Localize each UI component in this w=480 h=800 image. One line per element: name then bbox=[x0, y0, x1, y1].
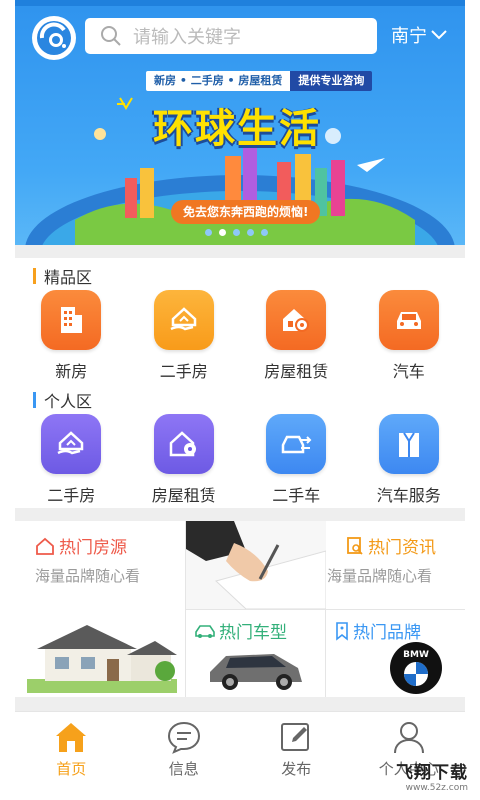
nav-home-label: 首页 bbox=[56, 760, 87, 778]
personal-item-used-car[interactable]: 二手车 bbox=[240, 414, 353, 506]
app-root: 请输入关键字 南宁 新房 • 二手房 • 房屋租赁 提供专业咨询 环球生活 免去… bbox=[0, 0, 480, 800]
hot-brand-heading: 热门品牌 bbox=[334, 618, 421, 643]
premium-item-label: 房屋租赁 bbox=[264, 362, 329, 381]
home-icon bbox=[56, 723, 87, 752]
car-swap-icon bbox=[266, 414, 327, 474]
hot-news-subtitle: 海量品牌随心看 bbox=[327, 567, 433, 585]
section-divider bbox=[15, 697, 465, 711]
globe-logo-icon bbox=[37, 21, 71, 55]
watermark-sub: www.52z.com bbox=[405, 783, 468, 793]
hot-news-title: 热门资讯 bbox=[368, 538, 436, 558]
premium-section-title: 精品区 bbox=[33, 264, 92, 288]
promo-banner[interactable]: 新房 • 二手房 • 房屋租赁 提供专业咨询 环球生活 免去您东奔西跑的烦恼! bbox=[15, 60, 465, 245]
premium-item-label: 二手房 bbox=[159, 362, 208, 381]
personal-item-label: 汽车服务 bbox=[376, 486, 441, 505]
house-hand-icon bbox=[41, 414, 102, 474]
nav-publish-label: 发布 bbox=[281, 760, 312, 778]
chat-icon bbox=[167, 721, 200, 754]
personal-grid: 二手房 房屋租赁 二手车 汽车服务 bbox=[15, 414, 465, 506]
search-input[interactable]: 请输入关键字 bbox=[133, 23, 241, 49]
hot-section: 热门房源 海量品牌随心看 热门资讯 海量品牌随心看 热门车型 热门品牌 BMW bbox=[15, 521, 465, 697]
premium-item-car[interactable]: 汽车 bbox=[353, 290, 466, 382]
hot-brand-card[interactable]: 热门品牌 BMW bbox=[326, 610, 465, 697]
banner-subtitle: 免去您东奔西跑的烦恼! bbox=[171, 200, 321, 224]
pagination-dot[interactable] bbox=[247, 229, 254, 236]
personal-item-label: 二手车 bbox=[272, 486, 321, 505]
app-logo[interactable] bbox=[32, 16, 76, 60]
hot-house-heading: 热门房源 bbox=[35, 533, 127, 558]
status-strip bbox=[15, 0, 465, 6]
pagination-dot-active[interactable] bbox=[219, 229, 226, 236]
hot-house-card[interactable]: 热门房源 海量品牌随心看 bbox=[15, 521, 185, 697]
premium-item-rental[interactable]: 房屋租赁 bbox=[240, 290, 353, 382]
banner-tag-left: 新房 • 二手房 • 房屋租赁 bbox=[146, 71, 291, 91]
city-selector[interactable]: 南宁 bbox=[391, 22, 447, 48]
chevron-down-icon bbox=[431, 30, 447, 40]
personal-title: 个人区 bbox=[44, 392, 93, 411]
hot-brand-title: 热门品牌 bbox=[353, 623, 421, 643]
watermark-main: 飞翔下载 bbox=[396, 763, 468, 783]
writing-hand-photo bbox=[186, 521, 327, 610]
watermark: 飞翔下载 www.52z.com bbox=[388, 758, 468, 793]
hot-news-heading: 热门资讯 bbox=[346, 533, 436, 558]
building-icon bbox=[41, 290, 102, 350]
premium-item-new-house[interactable]: 新房 bbox=[15, 290, 128, 382]
section-divider bbox=[15, 508, 465, 521]
banner-pagination[interactable] bbox=[205, 229, 268, 236]
house-photo bbox=[27, 625, 177, 693]
personal-item-label: 二手房 bbox=[47, 486, 96, 505]
hot-house-subtitle: 海量品牌随心看 bbox=[35, 567, 141, 585]
tag-icon bbox=[336, 621, 348, 641]
banner-tags: 新房 • 二手房 • 房屋租赁 提供专业咨询 bbox=[146, 70, 373, 92]
premium-item-label: 新房 bbox=[55, 362, 88, 381]
car-outline-icon bbox=[195, 624, 215, 638]
nav-messages-label: 信息 bbox=[168, 760, 199, 778]
car-icon bbox=[378, 290, 439, 350]
hot-car-title: 热门车型 bbox=[219, 623, 287, 643]
house-key-icon bbox=[153, 414, 214, 474]
premium-item-label: 汽车 bbox=[392, 362, 425, 381]
house-key-icon bbox=[266, 290, 327, 350]
search-icon bbox=[93, 18, 129, 54]
suit-icon bbox=[378, 414, 439, 474]
personal-item-rental[interactable]: 房屋租赁 bbox=[128, 414, 241, 506]
city-label: 南宁 bbox=[391, 26, 427, 47]
hot-news-image[interactable] bbox=[186, 521, 327, 610]
hot-car-heading: 热门车型 bbox=[194, 618, 287, 643]
right-frame bbox=[465, 0, 480, 800]
header: 请输入关键字 南宁 新房 • 二手房 • 房屋租赁 提供专业咨询 环球生活 免去… bbox=[15, 0, 465, 245]
edit-icon bbox=[281, 723, 310, 751]
personal-item-car-service[interactable]: 汽车服务 bbox=[353, 414, 466, 506]
nav-messages[interactable]: 信息 bbox=[128, 712, 241, 800]
personal-item-label: 房屋租赁 bbox=[151, 486, 216, 505]
bmw-roundel bbox=[404, 661, 428, 686]
premium-item-second-house[interactable]: 二手房 bbox=[128, 290, 241, 382]
nav-home[interactable]: 首页 bbox=[15, 712, 128, 800]
premium-title: 精品区 bbox=[44, 268, 93, 287]
search-doc-icon bbox=[347, 536, 363, 555]
car-photo bbox=[210, 654, 302, 690]
house-hand-icon bbox=[153, 290, 214, 350]
bmw-logo-text: BMW bbox=[403, 649, 429, 660]
hot-car-card[interactable]: 热门车型 bbox=[186, 610, 325, 697]
banner-title: 环球生活 bbox=[153, 106, 321, 152]
personal-section-title: 个人区 bbox=[33, 388, 92, 412]
house-outline-icon bbox=[36, 537, 54, 555]
bmw-logo: BMW bbox=[390, 642, 442, 694]
pagination-dot[interactable] bbox=[233, 229, 240, 236]
section-marker bbox=[33, 392, 36, 408]
nav-publish[interactable]: 发布 bbox=[240, 712, 353, 800]
personal-item-second-house[interactable]: 二手房 bbox=[15, 414, 128, 506]
pagination-dot[interactable] bbox=[261, 229, 268, 236]
section-divider bbox=[15, 245, 465, 258]
left-frame bbox=[0, 0, 15, 800]
hot-house-title: 热门房源 bbox=[59, 538, 127, 558]
search-bar[interactable]: 请输入关键字 bbox=[85, 18, 377, 54]
premium-grid: 新房 二手房 房屋租赁 汽车 bbox=[15, 290, 465, 382]
banner-tag-right: 提供专业咨询 bbox=[290, 71, 373, 91]
pagination-dot[interactable] bbox=[205, 229, 212, 236]
person-icon bbox=[393, 722, 424, 754]
section-marker bbox=[33, 268, 36, 284]
